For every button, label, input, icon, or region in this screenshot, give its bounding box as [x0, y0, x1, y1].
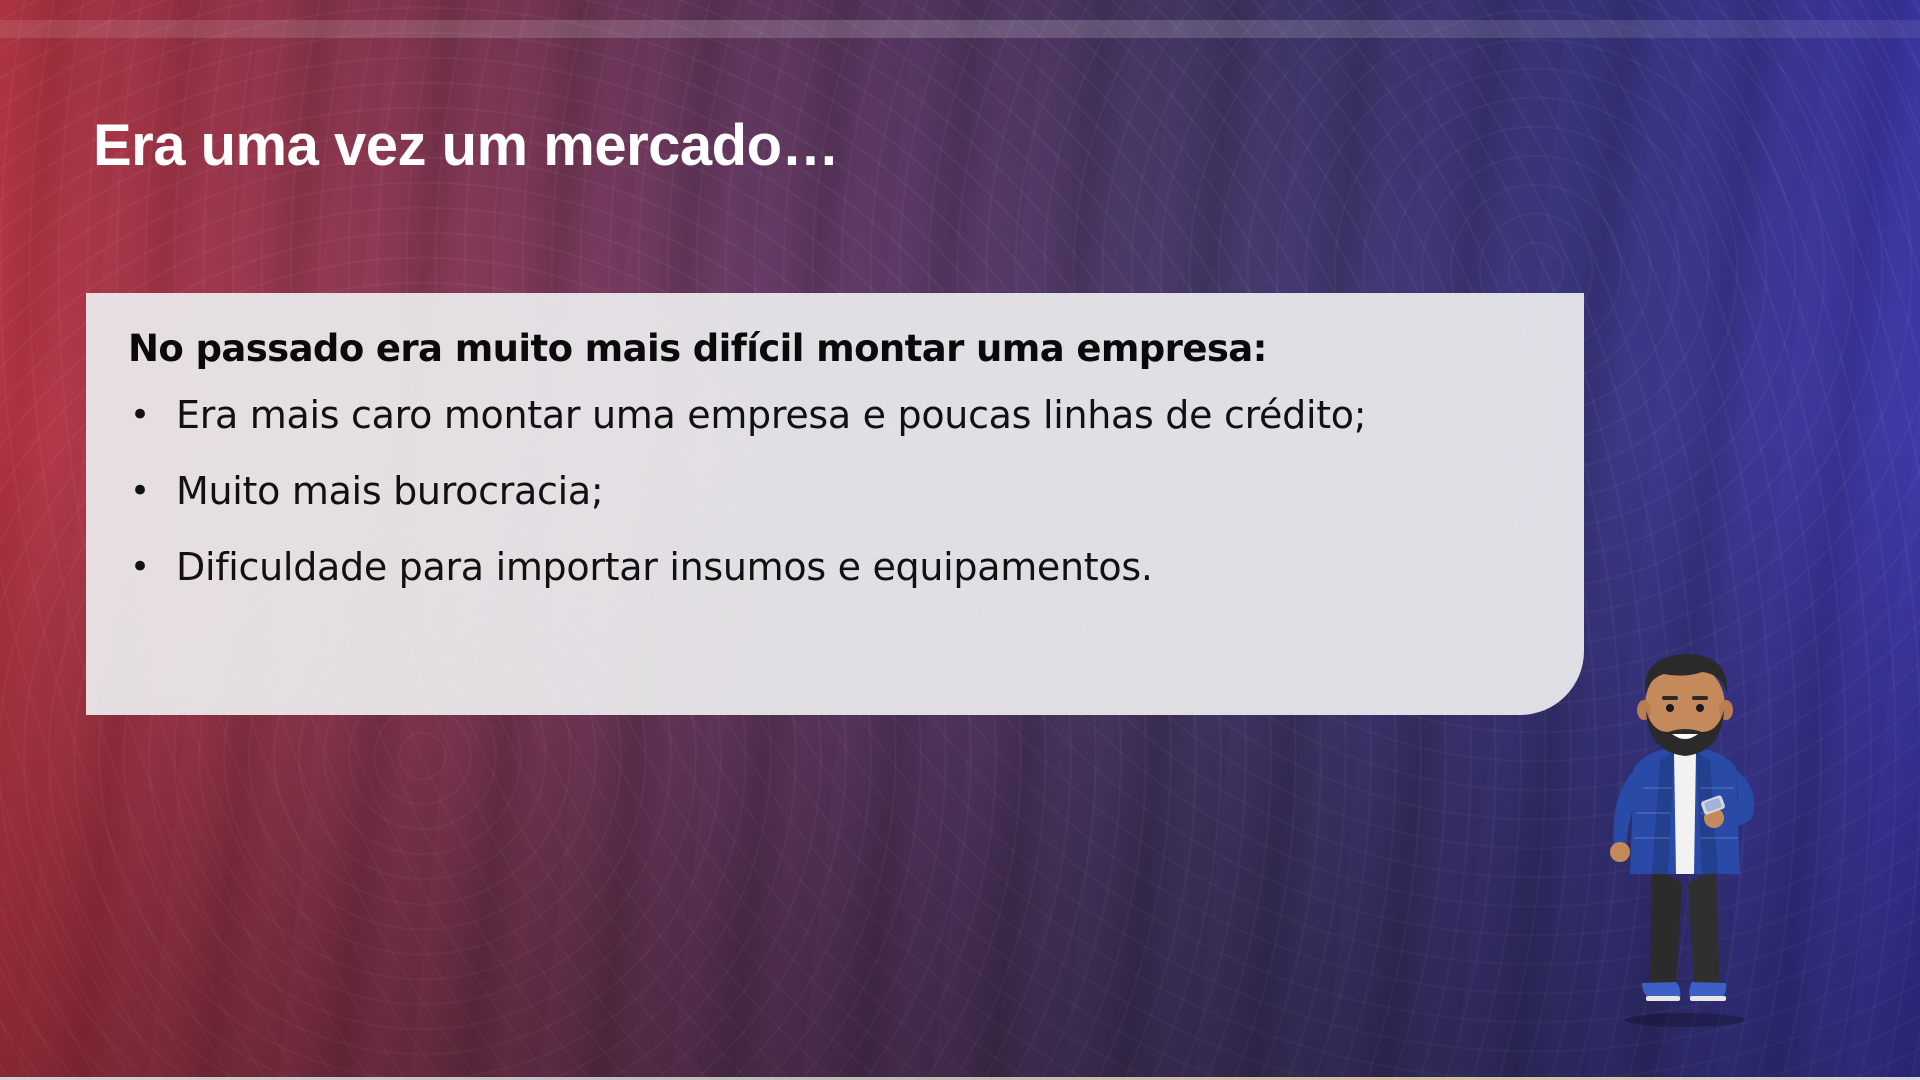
person-with-phone-icon	[1610, 654, 1754, 1027]
list-item-text: Dificuldade para importar insumos e equi…	[176, 545, 1153, 589]
slide-title: Era uma vez um mercado…	[93, 113, 840, 178]
list-item: • Dificuldade para importar insumos e eq…	[128, 546, 1544, 588]
list-item: • Era mais caro montar uma empresa e pou…	[128, 394, 1544, 436]
bullet-list: • Era mais caro montar uma empresa e pou…	[128, 394, 1544, 588]
bullet-icon: •	[130, 547, 150, 587]
slide: Era uma vez um mercado… No passado era m…	[0, 0, 1920, 1080]
bullet-icon: •	[130, 471, 150, 511]
clothing-rail	[0, 20, 1920, 38]
list-item-text: Era mais caro montar uma empresa e pouca…	[176, 393, 1367, 437]
bullet-icon: •	[130, 395, 150, 435]
content-card: No passado era muito mais difícil montar…	[86, 293, 1584, 715]
list-item: • Muito mais burocracia;	[128, 470, 1544, 512]
list-item-text: Muito mais burocracia;	[176, 469, 604, 513]
card-heading: No passado era muito mais difícil montar…	[128, 327, 1267, 370]
